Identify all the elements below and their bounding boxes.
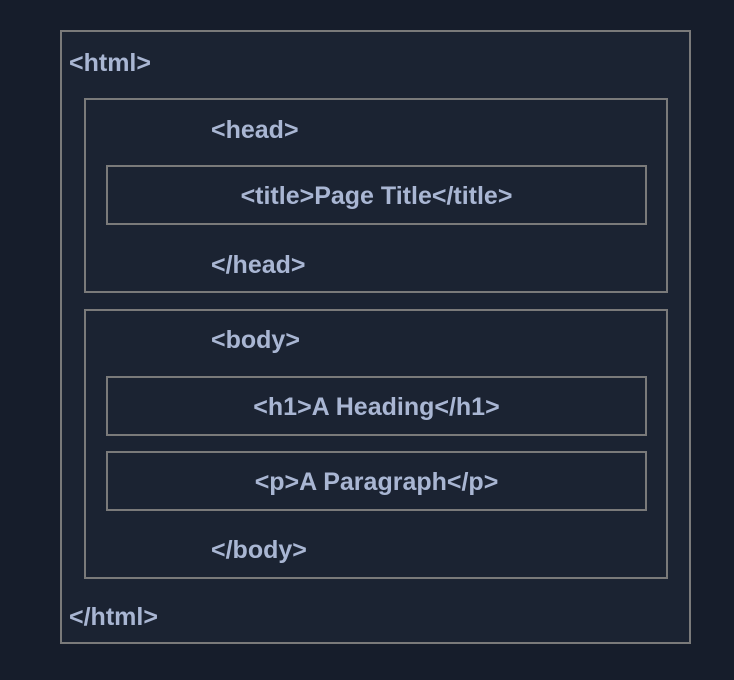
- body-open-tag: <body>: [211, 326, 300, 354]
- p-element-box: <p>A Paragraph</p>: [106, 451, 647, 511]
- h1-element-label: <h1>A Heading</h1>: [253, 393, 500, 421]
- html-close-tag: </html>: [69, 603, 158, 631]
- h1-element-box: <h1>A Heading</h1>: [106, 376, 647, 436]
- body-element-box: <body> <h1>A Heading</h1> <p>A Paragraph…: [84, 309, 668, 579]
- p-element-label: <p>A Paragraph</p>: [254, 468, 499, 496]
- html-open-tag: <html>: [69, 49, 151, 77]
- head-element-box: <head> <title>Page Title</title> </head>: [84, 98, 668, 293]
- html-element-box: <html> <head> <title>Page Title</title> …: [60, 30, 691, 644]
- head-open-tag: <head>: [211, 116, 299, 144]
- head-close-tag: </head>: [211, 251, 306, 279]
- title-element-label: <title>Page Title</title>: [240, 182, 513, 210]
- body-close-tag: </body>: [211, 536, 307, 564]
- title-element-box: <title>Page Title</title>: [106, 165, 647, 225]
